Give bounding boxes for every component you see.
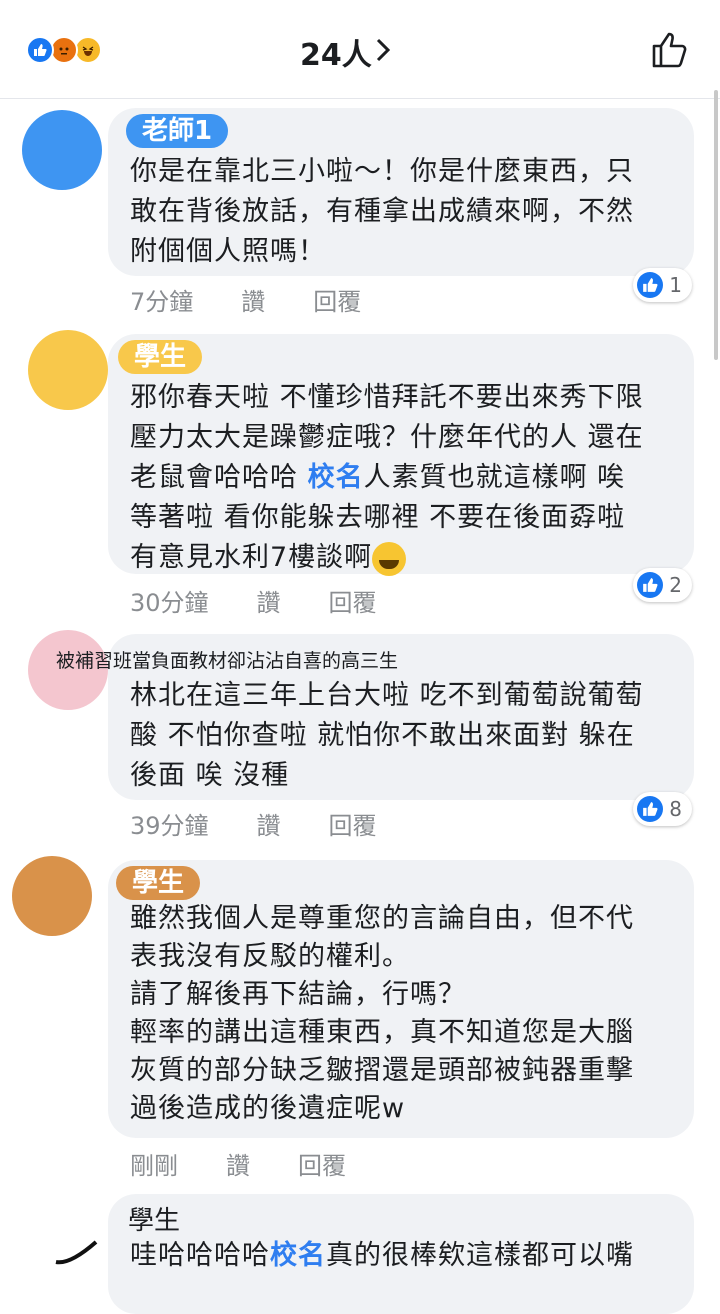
- haha-icon: [74, 36, 102, 64]
- avatar[interactable]: [52, 1232, 100, 1272]
- comment-meta: 7分鐘 讚 回覆: [130, 282, 409, 317]
- angry-icon: [50, 36, 78, 64]
- comment-text: 哇哈哈哈哈校名真的很棒欸這樣都可以嘴: [130, 1236, 672, 1276]
- like-count-badge[interactable]: 1: [633, 268, 692, 302]
- comment-meta: 39分鐘 讚 回覆: [130, 806, 425, 841]
- comment-text-part: 哇哈哈哈哈: [130, 1240, 270, 1271]
- like-count-badge[interactable]: 8: [633, 792, 692, 826]
- reply-button[interactable]: 回覆: [329, 806, 377, 841]
- comment-meta: 剛剛 讚 回覆: [130, 1146, 394, 1181]
- like-button[interactable]: 讚: [257, 583, 281, 618]
- comment-time: 39分鐘: [130, 812, 209, 840]
- like-icon: [637, 272, 664, 298]
- avatar[interactable]: [22, 110, 102, 190]
- smile-emoji-icon: [372, 541, 407, 576]
- reaction-icons: [26, 36, 106, 66]
- comment-bubble[interactable]: 學生 雖然我個人是尊重您的言論自由，但不代 表我沒有反駁的權利。 請了解後再下結…: [108, 860, 694, 1138]
- comment-bubble[interactable]: 老師1 你是在靠北三小啦～！你是什麼東西，只 敢在背後放話，有種拿出成績來啊，不…: [108, 108, 694, 276]
- comment-text: 邪你春天啦 不懂珍惜拜託不要出來秀下限 壓力太大是躁鬱症哦？什麼年代的人 還在 …: [130, 378, 672, 578]
- like-count: 2: [669, 573, 682, 597]
- like-button[interactable]: 讚: [226, 1146, 250, 1181]
- like-icon: [637, 572, 664, 598]
- comment-time: 剛剛: [130, 1152, 178, 1180]
- comment-text: 你是在靠北三小啦～！你是什麼東西，只 敢在背後放話，有種拿出成績來啊，不然 附個…: [130, 156, 634, 267]
- scrollbar[interactable]: [714, 90, 718, 360]
- school-name: 校名: [270, 1240, 326, 1271]
- commenter-name[interactable]: 學生: [128, 1200, 180, 1237]
- commenter-name[interactable]: 學生: [116, 866, 201, 900]
- comment-bubble[interactable]: 學生 哇哈哈哈哈校名真的很棒欸這樣都可以嘴: [108, 1194, 694, 1314]
- reply-button[interactable]: 回覆: [298, 1146, 346, 1181]
- like-icon: [26, 36, 54, 64]
- avatar[interactable]: [28, 330, 108, 410]
- like-count: 1: [669, 273, 682, 297]
- reactions-header[interactable]: 24人: [0, 0, 720, 99]
- comment-time: 30分鐘: [130, 589, 209, 617]
- chevron-right-icon[interactable]: [372, 30, 396, 70]
- comment-bubble[interactable]: 被補習班當負面教材卻沾沾自喜的高三生 林北在這三年上台大啦 吃不到葡萄說葡萄 酸…: [56, 634, 694, 800]
- commenter-name[interactable]: 學生: [118, 340, 203, 374]
- like-button[interactable]: 讚: [257, 806, 281, 841]
- like-count: 8: [669, 797, 682, 821]
- comment-time: 7分鐘: [130, 288, 194, 316]
- comment-text: 雖然我個人是尊重您的言論自由，但不代 表我沒有反駁的權利。 請了解後再下結論，行…: [130, 903, 634, 1124]
- thumbs-up-icon[interactable]: [650, 30, 690, 70]
- school-name: 校名: [307, 462, 364, 493]
- commenter-name[interactable]: 老師1: [126, 114, 229, 148]
- commenter-name[interactable]: 被補習班當負面教材卻沾沾自喜的高三生: [56, 646, 398, 673]
- comment-text-part: 真的很棒欸這樣都可以嘴: [326, 1240, 634, 1271]
- like-button[interactable]: 讚: [241, 282, 265, 317]
- reply-button[interactable]: 回覆: [313, 282, 361, 317]
- reply-button[interactable]: 回覆: [329, 583, 377, 618]
- reaction-count[interactable]: 24人: [300, 30, 372, 74]
- like-count-badge[interactable]: 2: [633, 568, 692, 602]
- avatar[interactable]: [12, 856, 92, 936]
- comment-meta: 30分鐘 讚 回覆: [130, 583, 425, 618]
- like-icon: [637, 796, 664, 822]
- comment-bubble[interactable]: 學生 邪你春天啦 不懂珍惜拜託不要出來秀下限 壓力太大是躁鬱症哦？什麼年代的人 …: [108, 334, 694, 576]
- comment-text: 林北在這三年上台大啦 吃不到葡萄說葡萄 酸 不怕你查啦 就怕你不敢出來面對 躲在…: [130, 680, 644, 791]
